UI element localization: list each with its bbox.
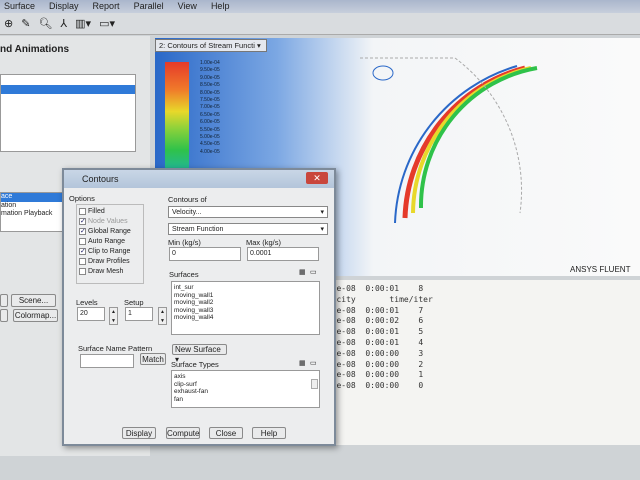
menu-surface[interactable]: Surface	[4, 0, 35, 13]
list-item[interactable]: int_sur	[174, 284, 317, 292]
graphics-window-select[interactable]: 2: Contours of Stream Functi ▾	[155, 39, 267, 52]
console[interactable]: 006e-08 0:00:01 8 elocity time/iter 268e…	[318, 280, 640, 445]
menu-help[interactable]: Help	[211, 0, 230, 13]
list-item[interactable]: axis	[174, 373, 317, 381]
auto-range-checkbox[interactable]: Auto Range	[79, 238, 125, 245]
legend-label: 4.00e-05	[200, 148, 220, 155]
toolbar: ⊕ ✎ 🔍︎ ⅄ ▥▾ ▭▾	[0, 13, 640, 35]
clip-to-range-checkbox[interactable]: ✓ Clip to Range	[79, 248, 130, 255]
menu-display[interactable]: Display	[49, 0, 79, 13]
legend-label: 5.00e-05	[200, 134, 220, 141]
legend-label: 5.50e-05	[200, 126, 220, 133]
legend-label: 9.50e-05	[200, 67, 220, 74]
match-button[interactable]: Match	[140, 353, 166, 365]
levels-spinner[interactable]: ▲ ▼	[109, 307, 118, 325]
contours-of-select[interactable]: Velocity... ▾	[168, 206, 328, 218]
max-label: Max (kg/s)	[246, 238, 282, 247]
brand-label: ANSYS FLUENT	[570, 265, 631, 274]
setup-spinner[interactable]: ▲ ▼	[158, 307, 167, 325]
list-item[interactable]: fan	[174, 396, 317, 404]
quantity-select[interactable]: Stream Function ▾	[168, 223, 328, 235]
select-all-icon[interactable]: ▦	[299, 359, 306, 367]
legend-label: 1.00e-04	[200, 60, 220, 66]
compute-button[interactable]: Compute	[166, 427, 200, 439]
button[interactable]	[0, 294, 8, 307]
surface-name-pattern-input[interactable]	[80, 354, 134, 368]
menu-report[interactable]: Report	[93, 0, 120, 13]
dialog-titlebar[interactable]: Contours	[64, 170, 334, 188]
list-item[interactable]: moving_wall1	[174, 292, 317, 300]
options-label: Options	[69, 194, 95, 203]
scrollbar[interactable]	[311, 379, 318, 389]
colormap-legend	[165, 62, 189, 172]
surfaces-label: Surfaces	[169, 270, 199, 279]
zoom-fit-icon[interactable]: 🔍︎	[38, 17, 52, 30]
new-surface-button[interactable]: New Surface ▾	[172, 344, 227, 364]
menu-view[interactable]: View	[178, 0, 197, 13]
layout-icon[interactable]: ▥▾	[75, 17, 91, 30]
levels-label: Levels	[76, 298, 98, 307]
probe-icon[interactable]: ✎	[21, 17, 30, 30]
legend-labels: 1.00e-04 9.50e-05 9.00e-05 8.50e-05 8.00…	[200, 60, 220, 156]
filled-checkbox[interactable]: Filled	[79, 208, 105, 215]
surfaces-list[interactable]: int_sur moving_wall1 moving_wall2 moving…	[171, 281, 320, 335]
levels-input[interactable]: 20	[77, 307, 105, 321]
list-item[interactable]: clip-surf	[174, 381, 317, 389]
scene-button[interactable]: Scene...	[11, 294, 56, 307]
menu-bar: Surface Display Report Parallel View Hel…	[0, 0, 640, 13]
graphics-list[interactable]	[0, 74, 136, 152]
surface-name-pattern-label: Surface Name Pattern	[78, 344, 153, 353]
min-label: Min (kg/s)	[168, 238, 201, 247]
display-button[interactable]: Display	[122, 427, 156, 439]
button[interactable]	[0, 309, 8, 322]
legend-label: 6.00e-05	[200, 119, 220, 126]
min-input[interactable]: 0	[169, 247, 241, 261]
select-all-icon[interactable]: ▦	[299, 268, 306, 276]
surface-types-list[interactable]: axis clip-surf exhaust-fan fan	[171, 370, 320, 408]
node-values-checkbox[interactable]: ✓ Node Values	[79, 218, 128, 225]
graphics-window-select-label: 2: Contours of Stream Functi	[159, 41, 255, 50]
colormap-button[interactable]: Colormap...	[13, 309, 58, 322]
window-icon[interactable]: ▭▾	[99, 17, 115, 30]
surface-types-label: Surface Types	[171, 360, 219, 369]
close-button[interactable]: Close	[209, 427, 243, 439]
console-text: 006e-08 0:00:01 8 elocity time/iter 268e…	[322, 284, 433, 391]
close-icon[interactable]: ✕	[306, 172, 328, 184]
setup-label: Setup	[124, 298, 144, 307]
max-input[interactable]: 0.0001	[247, 247, 319, 261]
list-item[interactable]: moving_wall3	[174, 307, 317, 315]
menu-parallel[interactable]: Parallel	[134, 0, 164, 13]
setup-input[interactable]: 1	[125, 307, 153, 321]
list-item[interactable]: moving_wall2	[174, 299, 317, 307]
legend-label: 6.50e-05	[200, 111, 220, 118]
draw-profiles-checkbox[interactable]: Draw Profiles	[79, 258, 130, 265]
list-item[interactable]: moving_wall4	[174, 314, 317, 322]
deselect-all-icon[interactable]: ▭	[310, 268, 317, 276]
help-button[interactable]: Help	[252, 427, 286, 439]
vortex-contour	[372, 65, 394, 81]
list-item[interactable]: exhaust-fan	[174, 388, 317, 396]
axes-icon[interactable]: ⅄	[60, 17, 67, 30]
zoom-in-icon[interactable]: ⊕	[4, 17, 13, 30]
legend-label: 7.50e-05	[200, 97, 220, 104]
contours-dialog: Contours ✕ Options Filled ✓ Node Values ✓…	[62, 168, 336, 446]
legend-label: 7.00e-05	[200, 104, 220, 111]
contours-of-label: Contours of	[168, 195, 207, 204]
panel-title: nd Animations	[0, 44, 70, 55]
deselect-all-icon[interactable]: ▭	[310, 359, 317, 367]
legend-label: 4.50e-05	[200, 141, 220, 148]
legend-label: 8.00e-05	[200, 89, 220, 96]
dialog-title: Contours	[82, 174, 119, 184]
legend-label: 8.50e-05	[200, 82, 220, 89]
global-range-checkbox[interactable]: ✓ Global Range	[79, 228, 131, 235]
draw-mesh-checkbox[interactable]: Draw Mesh	[79, 268, 123, 275]
legend-label: 9.00e-05	[200, 74, 220, 81]
